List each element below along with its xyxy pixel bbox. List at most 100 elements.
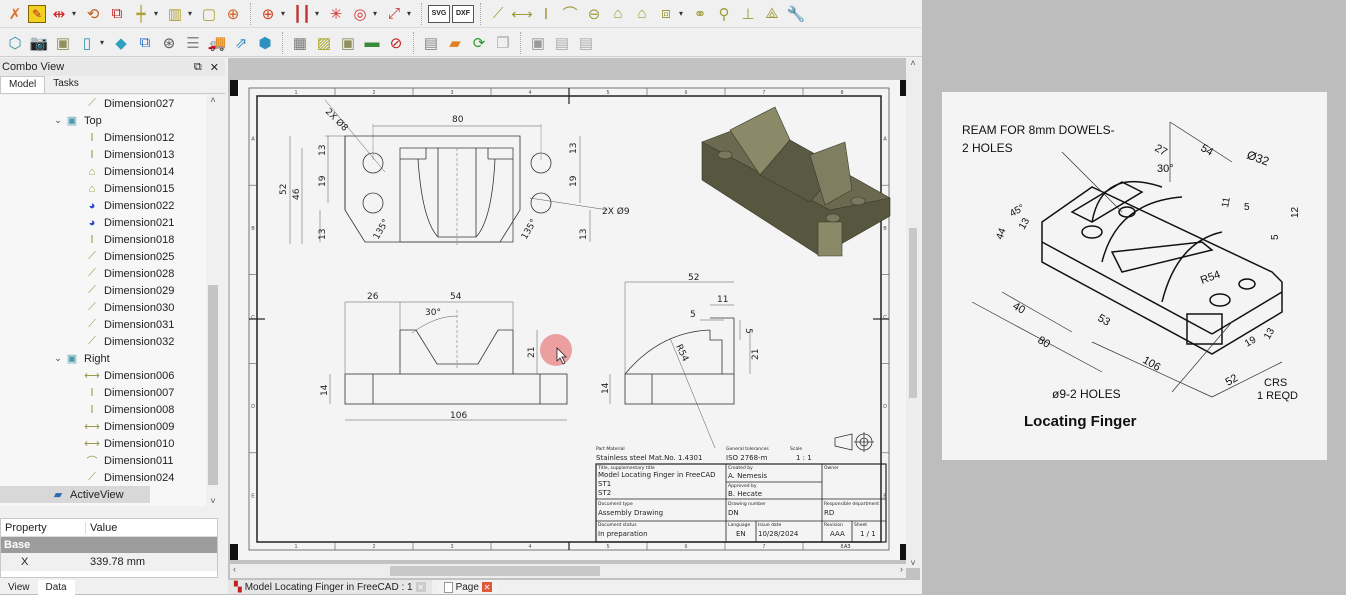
tree-item[interactable]: ⌂ Dimension015 — [0, 180, 206, 197]
revision-value[interactable]: AAA — [830, 530, 845, 538]
dropdown-arrow[interactable]: ▾ — [315, 9, 323, 18]
tree-item[interactable]: ⟷ Dimension010 — [0, 435, 206, 452]
dim-front-106[interactable]: 106 — [450, 411, 467, 421]
dropdown-arrow[interactable]: ▾ — [407, 9, 415, 18]
hatch-pattern-icon[interactable]: ▦ — [289, 32, 311, 54]
dim-angle-135a[interactable]: 135° — [372, 218, 392, 242]
dim-top-19a[interactable]: 19 — [318, 175, 328, 187]
camera-icon[interactable]: 📷 — [28, 32, 50, 54]
horizontal-dimension-icon[interactable]: ⟷ — [511, 3, 533, 25]
centerline-icon[interactable]: ⊕ — [257, 3, 279, 25]
view-template-icon[interactable]: ▤ — [420, 32, 442, 54]
tree-item[interactable]: ⟋ Dimension025 — [0, 248, 206, 265]
table-icon[interactable]: ☰ — [182, 32, 204, 54]
detail-view-icon[interactable]: ⧉ — [106, 3, 128, 25]
tree-item[interactable]: ⟋ Dimension030 — [0, 299, 206, 316]
tab-tasks[interactable]: Tasks — [45, 76, 87, 93]
cancel-icon[interactable]: ⊘ — [385, 32, 407, 54]
leader-line-icon[interactable]: ⤢ — [383, 3, 405, 25]
document-status-value[interactable]: In preparation — [598, 530, 648, 538]
tree-item[interactable]: ⌄ ▣ Top — [0, 112, 206, 129]
dim-top-46[interactable]: 46 — [292, 188, 302, 200]
canvas-horizontal-scrollbar[interactable]: ‹ › — [230, 564, 906, 578]
tree-item[interactable]: ⟋ Dimension024 — [0, 469, 206, 486]
dim-hole-8[interactable]: 2X Ø8 — [323, 106, 350, 133]
clip-remove-icon[interactable]: ▤ — [551, 32, 573, 54]
tree-item[interactable]: ⌂ Dimension014 — [0, 163, 206, 180]
dim-top-19b[interactable]: 19 — [569, 175, 579, 187]
vertex-icon[interactable]: ✳ — [325, 3, 347, 25]
symbol-icon[interactable]: ⊕ — [222, 3, 244, 25]
image-icon[interactable]: ⊛ — [158, 32, 180, 54]
dropdown-arrow[interactable]: ▾ — [281, 9, 289, 18]
tree-item[interactable]: Ⅰ Dimension013 — [0, 146, 206, 163]
scrollbar-thumb[interactable] — [390, 566, 600, 576]
dim-top-13a[interactable]: 13 — [318, 145, 328, 156]
value-column-header[interactable]: Value — [86, 522, 117, 534]
share-view-icon[interactable]: ⇗ — [230, 32, 252, 54]
document-type-value[interactable]: Assembly Drawing — [598, 509, 663, 517]
clone-icon[interactable]: ⧉ — [134, 32, 156, 54]
scroll-down-icon[interactable]: ˅ — [206, 496, 220, 506]
refresh-icon[interactable]: ⟳ — [468, 32, 490, 54]
radius-dimension-icon[interactable]: ⌒ — [559, 3, 581, 25]
dim-top-80[interactable]: 80 — [452, 115, 464, 125]
tree-item[interactable]: Ⅰ Dimension008 — [0, 401, 206, 418]
section-view-icon[interactable]: ┿ — [130, 3, 152, 25]
dim-front-54[interactable]: 54 — [450, 292, 462, 302]
dropdown-arrow[interactable]: ▾ — [188, 9, 196, 18]
hatch-icon[interactable]: ⟁ — [761, 3, 783, 25]
dim-front-21[interactable]: 21 — [527, 347, 537, 358]
drawing-canvas[interactable]: 1122334455667788AABBCCDDEE 80 52 46 13 1… — [228, 58, 920, 580]
clip-page-icon[interactable]: ▤ — [575, 32, 597, 54]
scale-value[interactable]: 1 : 1 — [796, 454, 812, 462]
tolerances-value[interactable]: ISO 2768-m — [726, 454, 768, 462]
tree-item[interactable]: ⟷ Dimension009 — [0, 418, 206, 435]
tree-item[interactable]: ⟋ Dimension027 — [0, 95, 206, 112]
part-material-value[interactable]: Stainless steel Mat.No. 1.4301 — [596, 454, 702, 462]
dim-angle-135b[interactable]: 135° — [520, 218, 540, 242]
property-row[interactable]: X 339.78 mm — [1, 553, 217, 571]
template-icon[interactable]: ✎ — [28, 4, 46, 23]
link-dimension-icon[interactable]: ⚭ — [689, 3, 711, 25]
dim-front-14[interactable]: 14 — [320, 384, 330, 396]
tree-item[interactable]: ⟋ Dimension032 — [0, 333, 206, 350]
property-column-header[interactable]: Property — [1, 521, 86, 534]
vertical-dimension-icon[interactable]: Ⅰ — [535, 3, 557, 25]
tree-item[interactable]: Ⅰ Dimension012 — [0, 129, 206, 146]
dim-right-5a[interactable]: 5 — [690, 310, 696, 320]
approved-by-value[interactable]: B. Hecate — [728, 490, 762, 498]
clip-add-icon[interactable]: ▣ — [527, 32, 549, 54]
sheet-value[interactable]: 1 / 1 — [860, 530, 876, 538]
subtitle-st1[interactable]: ST1 — [598, 480, 611, 488]
tree-item[interactable]: ⌄ ▣ Right — [0, 350, 206, 367]
box-icon[interactable]: ⬢ — [254, 32, 276, 54]
dim-top-13d[interactable]: 13 — [579, 229, 589, 240]
dim-right-52[interactable]: 52 — [688, 273, 699, 283]
drawing-title[interactable]: Model Locating Finger in FreeCAD — [598, 471, 716, 479]
tree-item[interactable]: Ⅰ Dimension018 — [0, 231, 206, 248]
scroll-down-icon[interactable]: ˅ — [906, 558, 920, 568]
language-value[interactable]: EN — [736, 530, 746, 538]
dim-top-13c[interactable]: 13 — [569, 143, 579, 154]
dim-top-52[interactable]: 52 — [279, 184, 289, 195]
scroll-left-icon[interactable]: ‹ — [233, 564, 236, 574]
tree-item[interactable]: ▰ ActiveView — [0, 486, 150, 503]
subtitle-st2[interactable]: ST2 — [598, 489, 611, 497]
clip-group-icon[interactable]: ▥ — [164, 3, 186, 25]
dim-top-13b[interactable]: 13 — [318, 229, 328, 240]
tree-item[interactable]: ⟋ Dimension028 — [0, 265, 206, 282]
length-dimension-icon[interactable]: ⟋ — [487, 3, 509, 25]
tab-model-document[interactable]: ▚ Model Locating Finger in FreeCAD : 1 ✕ — [228, 580, 432, 594]
open-folder-icon[interactable]: ▰ — [444, 32, 466, 54]
dim-right-14[interactable]: 14 — [601, 382, 611, 394]
front-view[interactable] — [329, 301, 568, 421]
isometric-3d-view[interactable] — [701, 106, 891, 257]
scroll-up-icon[interactable]: ˄ — [206, 95, 220, 105]
close-tab-icon[interactable]: ✕ — [415, 582, 426, 592]
export-svg-button[interactable]: SVG — [428, 4, 450, 23]
scrollbar-thumb[interactable] — [909, 228, 917, 398]
tree-scrollbar[interactable]: ˄ ˅ — [206, 95, 220, 506]
move-view-icon[interactable]: 🚚 — [206, 32, 228, 54]
dim-right-r54[interactable]: R54 — [673, 343, 690, 364]
